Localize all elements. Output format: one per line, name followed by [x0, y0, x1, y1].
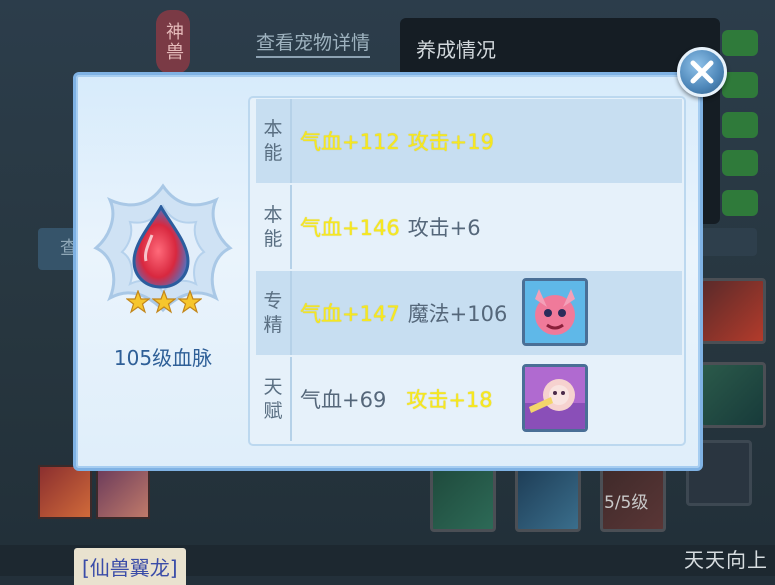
- close-icon: [690, 60, 714, 84]
- purple-lion-skill-art: [525, 367, 585, 429]
- stat-value: 攻击+6: [407, 216, 481, 240]
- stat-row: 本 能 气血+112 攻击+19: [256, 99, 682, 183]
- row-stats: 气血+112 攻击+19: [300, 99, 494, 183]
- row-stats: 气血+69 攻击+18: [300, 357, 493, 441]
- row-type-char: 能: [263, 142, 283, 164]
- skill-level-text: 5/5级: [604, 493, 649, 513]
- row-type-label: 本 能: [256, 185, 292, 269]
- corner-label: 天天向上: [684, 548, 768, 572]
- view-pet-details-link[interactable]: 查看宠物详情: [256, 28, 371, 58]
- skill-slot[interactable]: [430, 466, 496, 532]
- pet-thumbnail[interactable]: [96, 465, 150, 519]
- bloodline-level-label: 105级血脉: [113, 346, 213, 370]
- star-icon: [152, 290, 176, 314]
- status-indicator: [722, 150, 758, 176]
- pink-beast-skill-icon[interactable]: [522, 278, 588, 346]
- pink-beast-skill-art: [525, 281, 585, 343]
- skill-slot[interactable]: [515, 466, 581, 532]
- row-type-char: 精: [263, 314, 283, 336]
- status-indicator: [722, 112, 758, 138]
- close-button[interactable]: [677, 47, 727, 97]
- stat-row: 天 赋 气血+69 攻击+18: [256, 357, 682, 441]
- star-icon: [178, 290, 202, 314]
- row-type-char: 天: [263, 376, 283, 398]
- row-type-char: 本: [263, 118, 283, 140]
- stat-row: 专 精 气血+147 魔法+106: [256, 271, 682, 355]
- divine-beast-badge: 神兽: [156, 10, 190, 74]
- pet-thumbnail[interactable]: [38, 465, 92, 519]
- stat-value: 气血+69: [300, 388, 387, 412]
- blood-drop-gem-icon: [132, 205, 190, 289]
- star-rating: [126, 290, 202, 316]
- row-stats: 气血+146 攻击+6: [300, 185, 481, 269]
- row-type-label: 本 能: [256, 99, 292, 183]
- stat-value: 攻击+19: [407, 130, 495, 154]
- row-type-char: 能: [263, 228, 283, 250]
- skill-slot[interactable]: [700, 278, 766, 344]
- status-indicator: [722, 72, 758, 98]
- stat-value: 气血+146: [300, 216, 400, 240]
- pet-name-tag: [仙兽翼龙]: [74, 548, 186, 585]
- cultivation-status-title: 养成情况: [416, 38, 496, 62]
- bloodline-stats-table: 本 能 气血+112 攻击+19 本 能 气血+146 攻击+6 专 精 气血+…: [248, 96, 686, 446]
- stat-value: 攻击+18: [406, 388, 493, 412]
- status-indicator: [722, 190, 758, 216]
- stat-value: 气血+112: [300, 130, 400, 154]
- status-indicator: [722, 30, 758, 56]
- stat-row: 本 能 气血+146 攻击+6: [256, 185, 682, 269]
- row-type-char: 赋: [263, 400, 283, 422]
- row-stats: 气血+147 魔法+106: [300, 271, 507, 355]
- skill-slot[interactable]: [700, 362, 766, 428]
- stat-value: 气血+147: [300, 302, 400, 326]
- star-icon: [126, 290, 150, 314]
- row-type-label: 专 精: [256, 271, 292, 355]
- stat-value: 魔法+106: [407, 302, 508, 326]
- row-type-char: 本: [263, 204, 283, 226]
- purple-lion-skill-icon[interactable]: [522, 364, 588, 432]
- row-type-label: 天 赋: [256, 357, 292, 441]
- row-type-char: 专: [263, 290, 283, 312]
